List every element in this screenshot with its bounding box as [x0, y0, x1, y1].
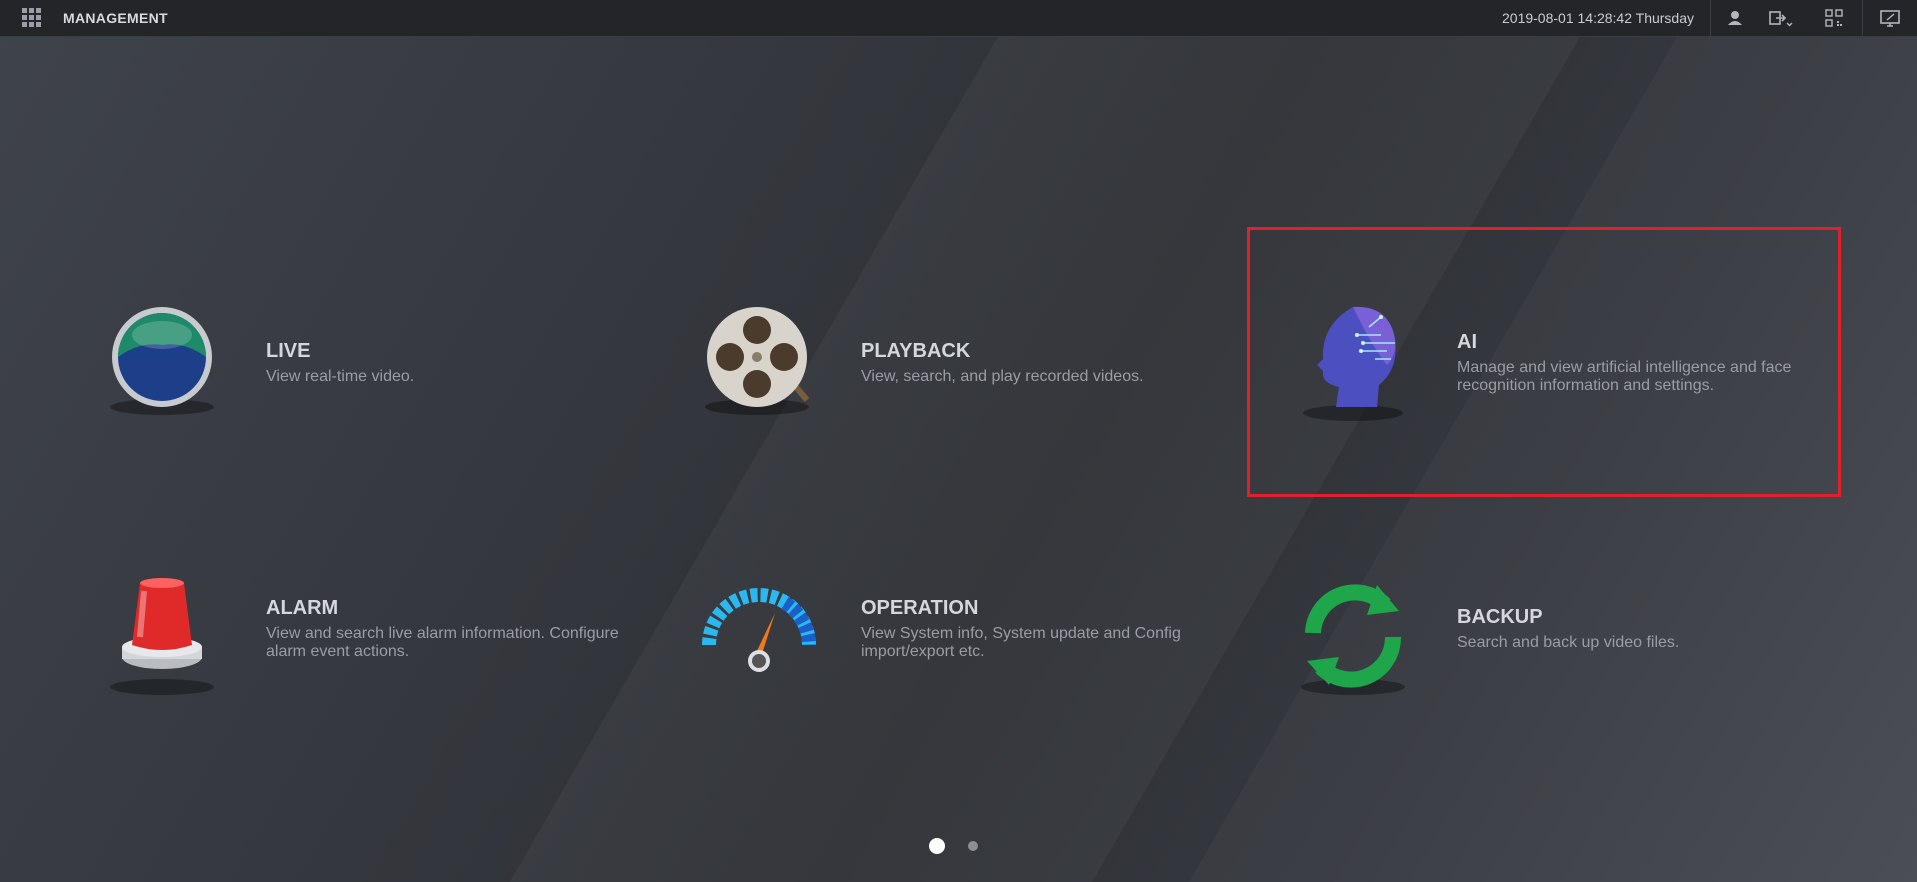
main-menu-grid-icon[interactable] — [22, 8, 42, 28]
divider — [1862, 0, 1863, 36]
tile-backup[interactable]: BACKUP Search and back up video files. — [1291, 575, 1871, 835]
tile-description: View System info, System update and Conf… — [861, 625, 1181, 660]
page-indicator — [920, 838, 1020, 858]
speedometer-icon — [695, 575, 825, 705]
display-monitor-icon[interactable] — [1879, 7, 1901, 29]
tile-playback[interactable]: PLAYBACK View, search, and play recorded… — [695, 295, 1275, 555]
page-title: MANAGEMENT — [63, 10, 168, 26]
top-bar: MANAGEMENT 2019-08-01 14:28:42 Thursday — [0, 0, 1917, 37]
tile-description: View and search live alarm information. … — [266, 625, 619, 660]
qr-code-icon[interactable] — [1823, 7, 1845, 29]
film-reel-icon — [695, 295, 825, 425]
tile-description: Search and back up video files. — [1457, 634, 1680, 651]
tile-title: BACKUP — [1457, 606, 1543, 628]
tile-title: OPERATION — [861, 597, 979, 619]
divider — [1710, 0, 1711, 36]
page-dot-2[interactable] — [968, 841, 978, 851]
tile-alarm[interactable]: ALARM View and search live alarm informa… — [100, 575, 680, 835]
tile-title: ALARM — [266, 597, 339, 619]
alarm-siren-icon — [100, 575, 230, 705]
page-dot-1[interactable] — [929, 838, 945, 854]
system-datetime: 2019-08-01 14:28:42 Thursday — [1502, 10, 1694, 26]
backup-sync-icon — [1291, 575, 1421, 705]
tile-title: PLAYBACK — [861, 340, 971, 362]
user-icon[interactable] — [1724, 7, 1746, 29]
selection-highlight — [1247, 227, 1841, 497]
live-globe-icon — [100, 295, 230, 425]
tile-title: LIVE — [266, 340, 311, 362]
logout-icon[interactable] — [1766, 7, 1796, 29]
tile-operation[interactable]: OPERATION View System info, System updat… — [695, 575, 1275, 835]
tile-description: View, search, and play recorded videos. — [861, 368, 1144, 385]
tile-description: View real-time video. — [266, 368, 415, 385]
tile-live[interactable]: LIVE View real-time video. — [100, 295, 680, 555]
